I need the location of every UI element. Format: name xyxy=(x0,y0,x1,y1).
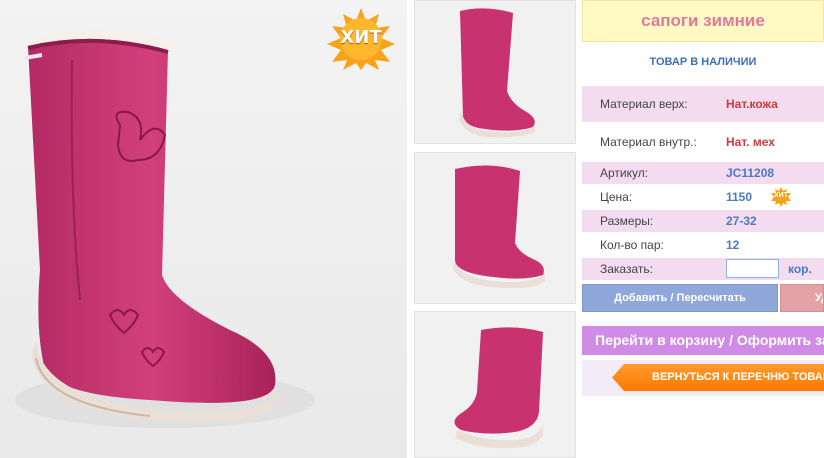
material-top-label: Материал верх: xyxy=(600,97,688,111)
article-value: JC11208 xyxy=(726,166,775,180)
order-label: Заказать: xyxy=(600,262,653,276)
thumbnail-3[interactable] xyxy=(414,311,576,458)
boot-thumbnail-1 xyxy=(459,7,535,138)
sizes-label: Размеры: xyxy=(600,214,654,228)
spec-row-material-inner: Материал внутр.: Нат. мех xyxy=(582,124,824,160)
add-recalculate-button[interactable]: Добавить / Пересчитать xyxy=(582,284,778,312)
sizes-value: 27-32 xyxy=(726,214,757,228)
price-hit-label: ХИТ xyxy=(774,192,788,199)
delete-button[interactable]: Удалить xyxy=(780,284,824,312)
article-label: Артикул: xyxy=(600,166,649,180)
pairs-value: 12 xyxy=(726,238,740,252)
spec-row-price: Цена: 1150 ХИТ xyxy=(582,186,824,208)
price-hit-badge: ХИТ xyxy=(770,187,792,207)
order-unit: кор. xyxy=(788,262,812,276)
material-inner-label: Материал внутр.: xyxy=(600,135,697,149)
product-title: сапоги зимние xyxy=(641,11,765,30)
product-title-bar: сапоги зимние xyxy=(582,0,824,42)
spec-row-article: Артикул: JC11208 xyxy=(582,162,824,184)
material-top-value: Нат.кожа xyxy=(726,97,778,111)
boot-thumbnail-2 xyxy=(453,165,545,289)
price-label: Цена: xyxy=(600,190,633,204)
product-page: ХИТ сапоги зимние ТОВАР В НАЛИЧИИ Матери… xyxy=(0,0,824,458)
price-value: 1150 xyxy=(726,190,753,204)
order-quantity-input[interactable] xyxy=(726,259,779,278)
boot-thumbnail-3 xyxy=(454,326,543,449)
back-to-list-button[interactable]: ВЕРНУТЬСЯ К ПЕРЕЧНЮ ТОВАРОВ xyxy=(612,364,824,391)
spec-row-pairs: Кол-во пар: 12 xyxy=(582,234,824,256)
go-to-cart-button[interactable]: Перейти в корзину / Оформить заказ xyxy=(582,326,824,355)
hit-badge: ХИТ xyxy=(325,8,397,70)
spec-row-material-top: Материал верх: Нат.кожа xyxy=(582,86,824,122)
thumbnail-1[interactable] xyxy=(414,0,576,144)
material-inner-value: Нат. мех xyxy=(726,135,775,149)
thumbnail-2[interactable] xyxy=(414,152,576,304)
spec-row-order: Заказать: кор. xyxy=(582,258,824,280)
pairs-label: Кол-во пар: xyxy=(600,238,664,252)
main-product-photo[interactable]: ХИТ xyxy=(0,0,407,458)
hit-label: ХИТ xyxy=(340,27,382,48)
divider xyxy=(407,0,414,458)
stock-status: ТОВАР В НАЛИЧИИ xyxy=(649,56,757,68)
spec-row-sizes: Размеры: 27-32 xyxy=(582,210,824,232)
